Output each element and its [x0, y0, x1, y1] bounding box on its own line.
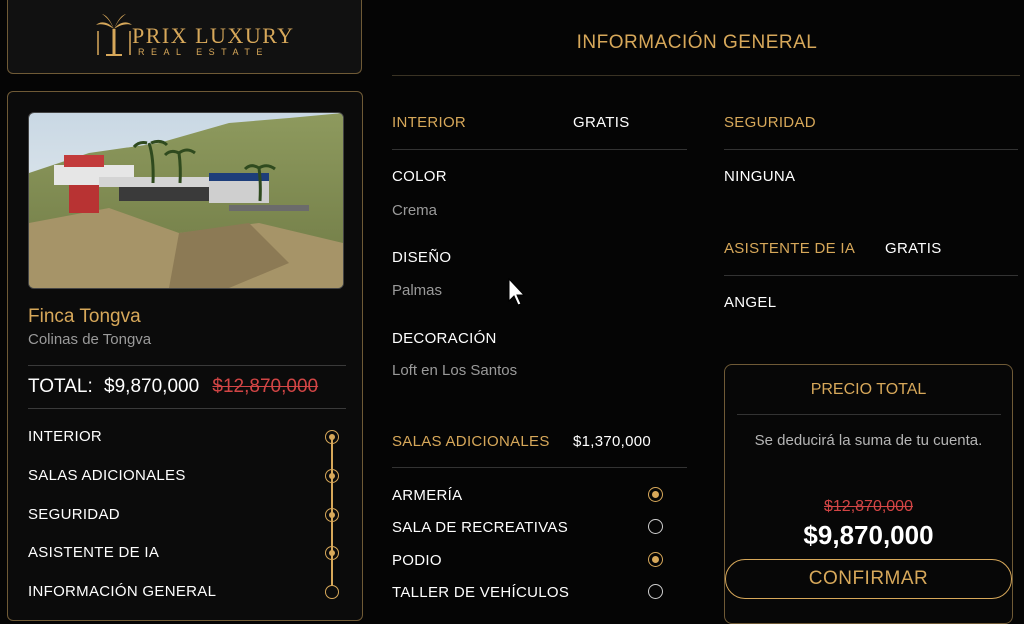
decor-value: Loft en Los Santos — [392, 362, 518, 379]
room-option-label: PODIO — [392, 552, 442, 569]
property-panel: Finca Tongva Colinas de Tongva TOTAL: $9… — [7, 91, 363, 621]
price-total: $9,870,000 — [803, 520, 934, 550]
total-row: TOTAL: $9,870,000 $12,870,000 — [28, 376, 318, 398]
color-value: Crema — [392, 202, 438, 219]
price-summary: PRECIO TOTAL Se deducirá la suma de tu c… — [724, 364, 1013, 624]
property-image — [28, 112, 344, 289]
room-armeria-radio[interactable] — [648, 487, 663, 502]
security-value: NINGUNA — [724, 168, 796, 185]
divider — [28, 408, 346, 409]
logo-subtitle: REAL ESTATE — [138, 47, 269, 57]
logo-panel: PRIX LUXURY REAL ESTATE — [7, 0, 362, 74]
mouse-cursor-icon — [508, 277, 526, 306]
room-recreativas-radio[interactable] — [648, 519, 663, 534]
step-complete-icon — [325, 430, 339, 444]
step-seguridad[interactable]: SEGURIDAD — [28, 506, 120, 523]
ai-price: GRATIS — [885, 240, 942, 257]
total-label: TOTAL: — [28, 376, 93, 397]
design-label: DISEÑO — [392, 249, 452, 266]
step-informacion-general[interactable]: INFORMACIÓN GENERAL — [28, 583, 216, 600]
step-complete-icon — [325, 546, 339, 560]
room-taller-radio[interactable] — [648, 584, 663, 599]
room-podio-radio[interactable] — [648, 552, 663, 567]
price-title: PRECIO TOTAL — [810, 381, 927, 398]
logo-name: PRIX LUXURY — [132, 23, 295, 48]
divider — [724, 275, 1018, 276]
ai-label: ASISTENTE DE IA — [724, 240, 856, 257]
step-salas-adicionales[interactable]: SALAS ADICIONALES — [28, 467, 186, 484]
total-value: $9,870,000 — [104, 376, 200, 397]
step-interior[interactable]: INTERIOR — [28, 428, 102, 445]
step-complete-icon — [325, 508, 339, 522]
decor-label: DECORACIÓN — [392, 330, 497, 347]
room-option-label: ARMERÍA — [392, 487, 463, 504]
divider — [28, 365, 346, 366]
rooms-label: SALAS ADICIONALES — [392, 433, 550, 450]
step-asistente-ia[interactable]: ASISTENTE DE IA — [28, 544, 159, 561]
total-old-value: $12,870,000 — [212, 376, 319, 397]
ai-value: ANGEL — [724, 294, 777, 311]
price-note: Se deducirá la suma de tu cuenta. — [754, 432, 983, 449]
room-option-label: TALLER DE VEHÍCULOS — [392, 584, 570, 601]
price-old: $12,870,000 — [824, 498, 913, 515]
step-current-icon — [325, 585, 339, 599]
color-label: COLOR — [392, 168, 447, 185]
section-title: INFORMACIÓN GENERAL — [576, 32, 818, 53]
divider — [724, 149, 1018, 150]
confirm-button[interactable]: CONFIRMAR — [725, 559, 1012, 599]
interior-price: GRATIS — [573, 114, 630, 131]
interior-label: INTERIOR — [392, 114, 467, 131]
logo: PRIX LUXURY REAL ESTATE — [94, 11, 294, 59]
design-value: Palmas — [392, 282, 443, 299]
property-name: Finca Tongva — [28, 306, 141, 327]
security-label: SEGURIDAD — [724, 114, 816, 131]
divider — [392, 149, 687, 150]
step-complete-icon — [325, 469, 339, 483]
header-divider — [392, 75, 1020, 76]
rooms-price: $1,370,000 — [573, 433, 652, 450]
room-option-label: SALA DE RECREATIVAS — [392, 519, 569, 536]
divider — [392, 467, 687, 468]
property-area: Colinas de Tongva — [28, 331, 152, 348]
divider — [737, 414, 1001, 415]
palm-emblem-icon — [96, 14, 132, 56]
